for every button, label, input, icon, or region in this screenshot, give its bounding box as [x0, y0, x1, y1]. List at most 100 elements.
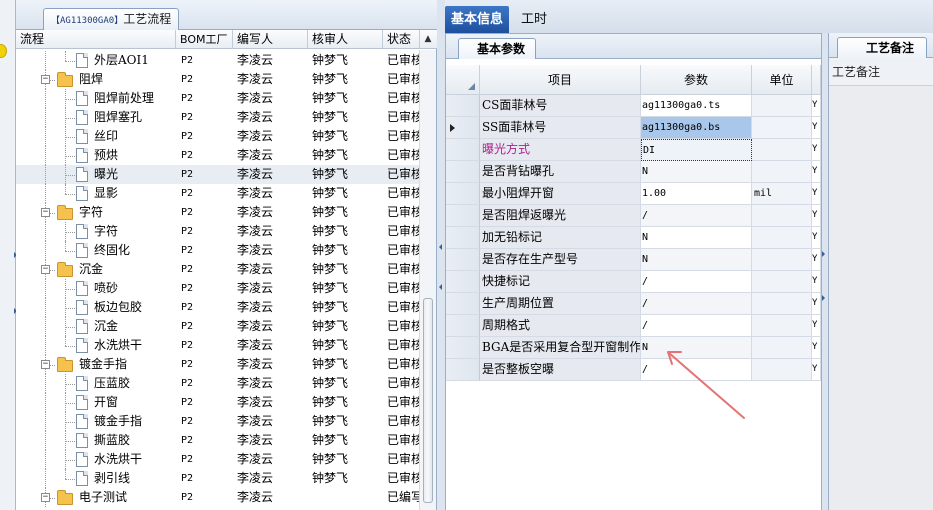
- param-row[interactable]: BGA是否采用复合型开窗制作 N Y: [446, 337, 821, 359]
- column-header-item[interactable]: 项目: [480, 65, 641, 95]
- param-row[interactable]: 曝光方式 DI Y: [446, 139, 821, 161]
- tree-row[interactable]: 预烘 P2 李凌云 钟梦飞 已审核: [16, 146, 420, 165]
- tree-row[interactable]: 阻焊塞孔 P2 李凌云 钟梦飞 已审核: [16, 108, 420, 127]
- collapse-minus-icon[interactable]: −: [41, 265, 50, 274]
- process-notes-body[interactable]: [829, 86, 933, 510]
- tab-work-hours[interactable]: 工时: [515, 6, 553, 33]
- param-unit-cell[interactable]: [752, 161, 812, 183]
- column-header-value[interactable]: 参数: [641, 65, 752, 95]
- row-indicator[interactable]: [446, 161, 480, 183]
- column-header-status[interactable]: 状态: [383, 30, 420, 49]
- param-unit-cell[interactable]: [752, 359, 812, 381]
- param-value-cell[interactable]: /: [641, 359, 752, 381]
- param-unit-cell[interactable]: [752, 249, 812, 271]
- tree-row[interactable]: 撕蓝胶 P2 李凌云 钟梦飞 已审核: [16, 431, 420, 450]
- row-indicator[interactable]: [446, 293, 480, 315]
- row-indicator[interactable]: [446, 271, 480, 293]
- row-indicator[interactable]: [446, 139, 480, 161]
- param-value-cell[interactable]: DI: [641, 139, 752, 161]
- column-header-reviewer[interactable]: 核审人: [308, 30, 383, 49]
- tree-row[interactable]: − 电子测试 P2 李凌云 已编写: [16, 488, 420, 507]
- param-value-cell[interactable]: /: [641, 315, 752, 337]
- tree-row[interactable]: 外层AOI1 P2 李凌云 钟梦飞 已审核: [16, 51, 420, 70]
- collapse-minus-icon[interactable]: −: [41, 208, 50, 217]
- param-value-cell[interactable]: N: [641, 337, 752, 359]
- param-value-cell[interactable]: 1.00: [641, 183, 752, 205]
- tab-process-notes[interactable]: 工艺备注: [837, 37, 928, 58]
- row-indicator[interactable]: [446, 183, 480, 205]
- param-row[interactable]: 周期格式 / Y: [446, 315, 821, 337]
- param-row[interactable]: 快捷标记 / Y: [446, 271, 821, 293]
- param-unit-cell[interactable]: [752, 227, 812, 249]
- row-indicator[interactable]: [446, 359, 480, 381]
- tree-row[interactable]: 剥引线 P2 李凌云 钟梦飞 已审核: [16, 469, 420, 488]
- param-unit-cell[interactable]: [752, 271, 812, 293]
- column-header-bom-factory[interactable]: BOM工厂: [176, 30, 233, 49]
- tree-row[interactable]: 开窗 P2 李凌云 钟梦飞 已审核: [16, 393, 420, 412]
- tree-vertical-scrollbar[interactable]: [419, 50, 436, 510]
- param-unit-cell[interactable]: [752, 95, 812, 117]
- param-unit-cell[interactable]: [752, 139, 812, 161]
- param-value-cell[interactable]: N: [641, 249, 752, 271]
- collapse-minus-icon[interactable]: −: [41, 75, 50, 84]
- collapse-arrow-icon[interactable]: [439, 284, 442, 290]
- tree-row[interactable]: − 字符 P2 李凌云 钟梦飞 已审核: [16, 203, 420, 222]
- tree-row[interactable]: 水洗烘干 P2 李凌云 钟梦飞 已审核: [16, 450, 420, 469]
- collapse-arrow-icon[interactable]: [822, 295, 825, 301]
- tab-process-flow[interactable]: 【AG11300GA0】工艺流程: [43, 8, 180, 30]
- tree-row[interactable]: 水洗烘干 P2 李凌云 钟梦飞 已审核: [16, 336, 420, 355]
- param-value-cell[interactable]: N: [641, 161, 752, 183]
- tree-row[interactable]: 阻焊前处理 P2 李凌云 钟梦飞 已审核: [16, 89, 420, 108]
- collapse-minus-icon[interactable]: −: [41, 360, 50, 369]
- grid-corner-header[interactable]: [446, 65, 480, 95]
- param-row[interactable]: 是否存在生产型号 N Y: [446, 249, 821, 271]
- param-row[interactable]: SS面菲林号 ag11300ga0.bs Y: [446, 117, 821, 139]
- param-row[interactable]: 最小阻焊开窗 1.00 mil Y: [446, 183, 821, 205]
- param-unit-cell[interactable]: [752, 293, 812, 315]
- param-row[interactable]: 是否阻焊返曝光 / Y: [446, 205, 821, 227]
- param-value-cell[interactable]: /: [641, 271, 752, 293]
- tree-row[interactable]: 曝光 P2 李凌云 钟梦飞 已审核: [16, 165, 420, 184]
- tree-row[interactable]: 字符 P2 李凌云 钟梦飞 已审核: [16, 222, 420, 241]
- param-unit-cell[interactable]: [752, 205, 812, 227]
- tree-row[interactable]: 喷砂 P2 李凌云 钟梦飞 已审核: [16, 279, 420, 298]
- row-indicator[interactable]: [446, 227, 480, 249]
- row-indicator[interactable]: [446, 95, 480, 117]
- tree-row[interactable]: 丝印 P2 李凌云 钟梦飞 已审核: [16, 127, 420, 146]
- left-collapse-strip[interactable]: [0, 0, 17, 510]
- param-row[interactable]: 是否背钻曝孔 N Y: [446, 161, 821, 183]
- collapse-minus-icon[interactable]: −: [41, 493, 50, 502]
- tree-row[interactable]: − 沉金 P2 李凌云 钟梦飞 已审核: [16, 260, 420, 279]
- column-header-extra[interactable]: [812, 65, 821, 95]
- column-header-unit[interactable]: 单位: [752, 65, 812, 95]
- tree-row[interactable]: 沉金 P2 李凌云 钟梦飞 已审核: [16, 317, 420, 336]
- tree-row[interactable]: 板边包胶 P2 李凌云 钟梦飞 已审核: [16, 298, 420, 317]
- row-indicator[interactable]: [446, 337, 480, 359]
- column-header-writer[interactable]: 编写人: [233, 30, 308, 49]
- tab-basic-params[interactable]: 基本参数: [458, 38, 537, 59]
- row-indicator[interactable]: [446, 315, 480, 337]
- scrollbar-thumb[interactable]: [423, 298, 433, 503]
- param-value-cell[interactable]: /: [641, 205, 752, 227]
- column-header-flow[interactable]: 流程: [16, 30, 176, 49]
- param-value-cell[interactable]: ag11300ga0.ts: [641, 95, 752, 117]
- param-row[interactable]: 是否整板空曝 / Y: [446, 359, 821, 381]
- param-value-cell[interactable]: /: [641, 293, 752, 315]
- param-unit-cell[interactable]: [752, 337, 812, 359]
- tree-row[interactable]: 终固化 P2 李凌云 钟梦飞 已审核: [16, 241, 420, 260]
- param-row[interactable]: CS面菲林号 ag11300ga0.ts Y: [446, 95, 821, 117]
- tree-row[interactable]: 镀金手指 P2 李凌云 钟梦飞 已审核: [16, 412, 420, 431]
- tree-row[interactable]: − 镀金手指 P2 李凌云 钟梦飞 已审核: [16, 355, 420, 374]
- collapse-arrow-icon[interactable]: [439, 244, 442, 250]
- collapse-arrow-icon[interactable]: [822, 251, 825, 257]
- param-row[interactable]: 加无铅标记 N Y: [446, 227, 821, 249]
- param-unit-cell[interactable]: mil: [752, 183, 812, 205]
- tab-basic-info[interactable]: 基本信息: [445, 6, 510, 33]
- row-indicator[interactable]: [446, 249, 480, 271]
- param-value-cell[interactable]: ag11300ga0.bs: [641, 117, 752, 139]
- scroll-up-button[interactable]: ▲: [419, 30, 436, 49]
- row-indicator[interactable]: [446, 205, 480, 227]
- tree-row[interactable]: 显影 P2 李凌云 钟梦飞 已审核: [16, 184, 420, 203]
- param-value-cell[interactable]: N: [641, 227, 752, 249]
- param-unit-cell[interactable]: [752, 315, 812, 337]
